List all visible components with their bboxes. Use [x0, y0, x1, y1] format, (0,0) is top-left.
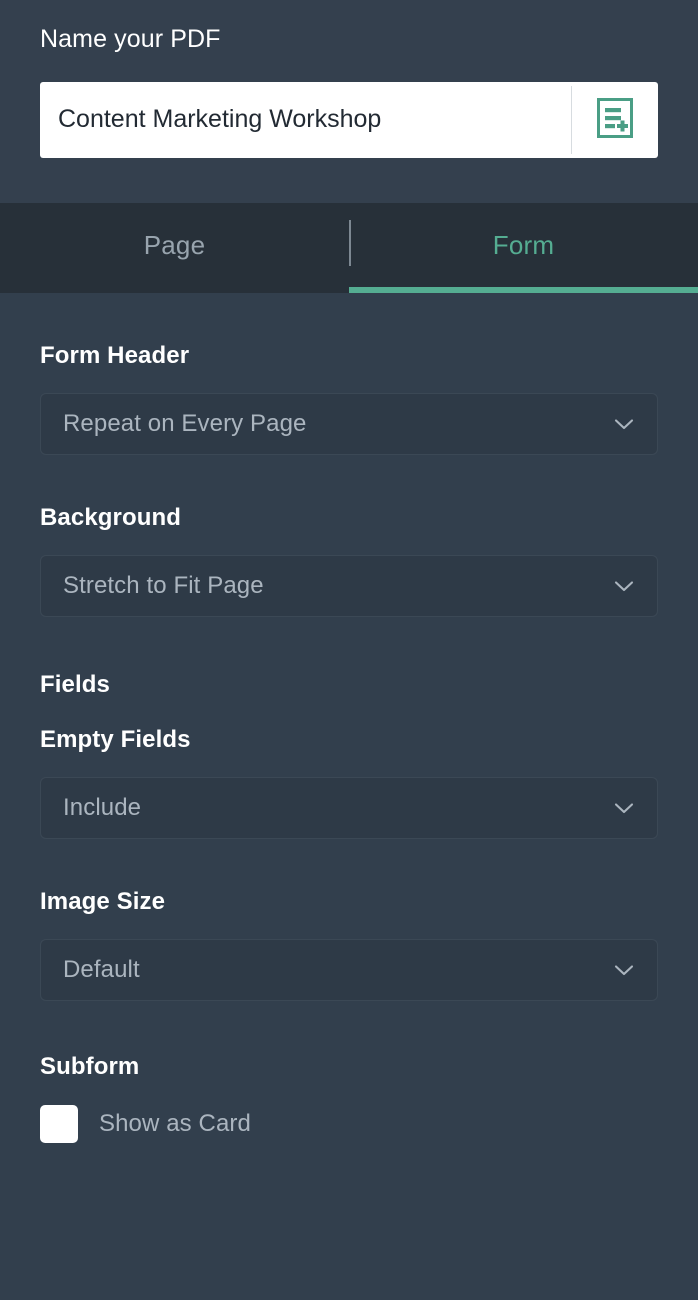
- empty-fields-select[interactable]: Include: [40, 777, 658, 839]
- section-subform: Subform Show as Card: [40, 1001, 658, 1143]
- pdf-name-input[interactable]: [40, 81, 571, 158]
- tab-page[interactable]: Page: [0, 203, 349, 293]
- pdf-name-header: Name your PDF: [0, 0, 698, 203]
- chevron-down-icon: [611, 795, 637, 821]
- subform-label: Subform: [40, 1053, 140, 1080]
- tab-form[interactable]: Form: [349, 203, 698, 293]
- new-document-icon: [593, 96, 637, 143]
- new-document-button[interactable]: [572, 82, 658, 158]
- image-size-label: Image Size: [40, 888, 166, 915]
- fields-group-label: Fields: [40, 671, 110, 698]
- section-form-header: Form Header Repeat on Every Page: [40, 293, 658, 455]
- chevron-down-icon: [611, 411, 637, 437]
- image-size-select-value: Default: [63, 956, 140, 983]
- form-header-select-value: Repeat on Every Page: [63, 410, 307, 437]
- form-settings-list: Form Header Repeat on Every Page Backgro…: [0, 293, 698, 1300]
- section-background: Background Stretch to Fit Page: [40, 455, 658, 617]
- section-fields: Fields: [40, 617, 658, 699]
- empty-fields-label: Empty Fields: [40, 726, 191, 753]
- chevron-down-icon: [611, 573, 637, 599]
- show-as-card-checkbox[interactable]: [40, 1105, 78, 1143]
- pdf-name-field-group: [40, 81, 658, 158]
- page-title: Name your PDF: [40, 25, 221, 53]
- background-select-value: Stretch to Fit Page: [63, 572, 264, 599]
- view-tabs: Page Form: [0, 203, 698, 293]
- pdf-designer-panel: Name your PDF Page F: [0, 0, 698, 1300]
- image-size-select[interactable]: Default: [40, 939, 658, 1001]
- background-label: Background: [40, 504, 182, 531]
- form-header-select[interactable]: Repeat on Every Page: [40, 393, 658, 455]
- empty-fields-select-value: Include: [63, 794, 142, 821]
- section-image-size: Image Size Default: [40, 839, 658, 1001]
- background-select[interactable]: Stretch to Fit Page: [40, 555, 658, 617]
- show-as-card-label: Show as Card: [99, 1110, 251, 1137]
- form-header-label: Form Header: [40, 342, 190, 369]
- section-empty-fields: Empty Fields Include: [40, 699, 658, 839]
- show-as-card-row[interactable]: Show as Card: [40, 1105, 658, 1143]
- chevron-down-icon: [611, 957, 637, 983]
